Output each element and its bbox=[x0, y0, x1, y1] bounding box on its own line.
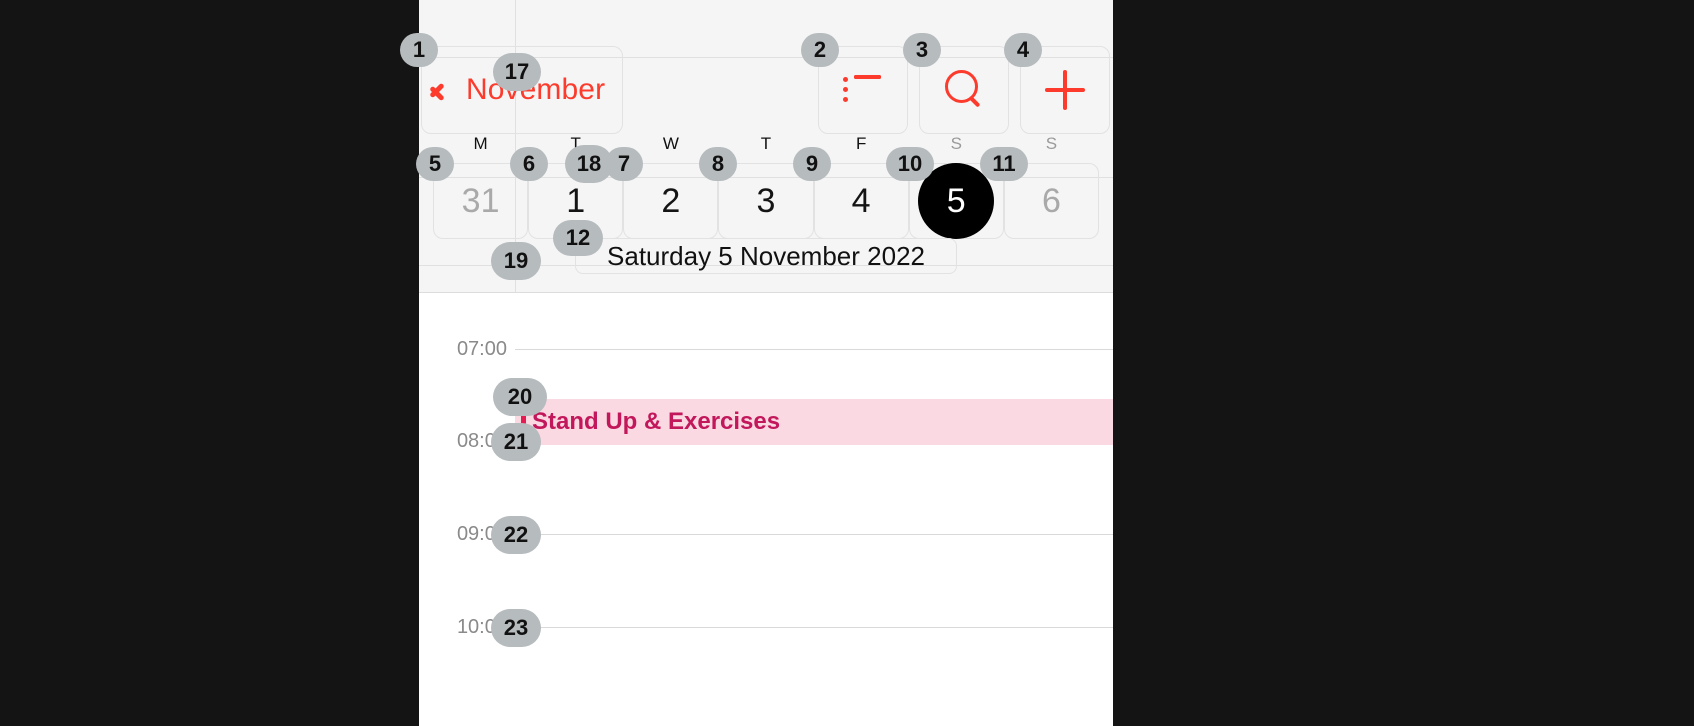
selected-date-label: Saturday 5 November 2022 bbox=[607, 240, 925, 271]
date-number: 1 bbox=[566, 182, 586, 220]
list-bullet-icon bbox=[843, 75, 883, 105]
calendar-event-block[interactable]: Stand Up & Exercises bbox=[515, 399, 1113, 445]
annotation-marker-10[interactable]: 10 bbox=[886, 147, 934, 181]
annotation-marker-22[interactable]: 22 bbox=[491, 516, 541, 554]
date-number: 6 bbox=[1041, 182, 1061, 220]
date-number: 3 bbox=[756, 182, 776, 220]
date-number: 4 bbox=[851, 182, 871, 220]
annotation-marker-17[interactable]: 17 bbox=[493, 53, 541, 91]
annotation-marker-21[interactable]: 21 bbox=[491, 423, 541, 461]
hour-row-07: 07:00 bbox=[419, 338, 1113, 360]
annotation-marker-20[interactable]: 20 bbox=[493, 378, 547, 416]
annotation-marker-11[interactable]: 11 bbox=[980, 147, 1028, 181]
annotation-marker-8[interactable]: 8 bbox=[699, 147, 737, 181]
chevron-left-icon bbox=[440, 75, 458, 105]
event-title: Stand Up & Exercises bbox=[532, 408, 781, 435]
annotation-marker-5[interactable]: 5 bbox=[416, 147, 454, 181]
annotation-marker-2[interactable]: 2 bbox=[801, 33, 839, 67]
annotation-marker-9[interactable]: 9 bbox=[793, 147, 831, 181]
hour-gridline bbox=[515, 349, 1113, 350]
annotation-marker-3[interactable]: 3 bbox=[903, 33, 941, 67]
annotation-marker-23[interactable]: 23 bbox=[491, 609, 541, 647]
plus-icon bbox=[1045, 70, 1085, 110]
annotation-marker-6[interactable]: 6 bbox=[510, 147, 548, 181]
annotation-marker-19[interactable]: 19 bbox=[491, 242, 541, 280]
date-number: 31 bbox=[461, 182, 500, 220]
annotation-marker-1[interactable]: 1 bbox=[400, 33, 438, 67]
annotation-marker-18[interactable]: 18 bbox=[565, 145, 613, 183]
search-icon bbox=[943, 69, 985, 111]
annotation-marker-4[interactable]: 4 bbox=[1004, 33, 1042, 67]
date-number: 2 bbox=[661, 182, 681, 220]
screen-root: November M T W T F S S 31 1 2 3 4 5 6 Sa… bbox=[0, 0, 1694, 726]
hour-gridline bbox=[515, 627, 1113, 628]
hour-gridline bbox=[515, 534, 1113, 535]
selected-date-header[interactable]: Saturday 5 November 2022 bbox=[575, 238, 957, 274]
annotation-marker-12[interactable]: 12 bbox=[553, 220, 603, 256]
hour-label: 07:00 bbox=[456, 338, 507, 360]
day-timeline[interactable]: 07:00 08:00 09:00 10:00 Stand Up & Exerc… bbox=[419, 293, 1113, 726]
